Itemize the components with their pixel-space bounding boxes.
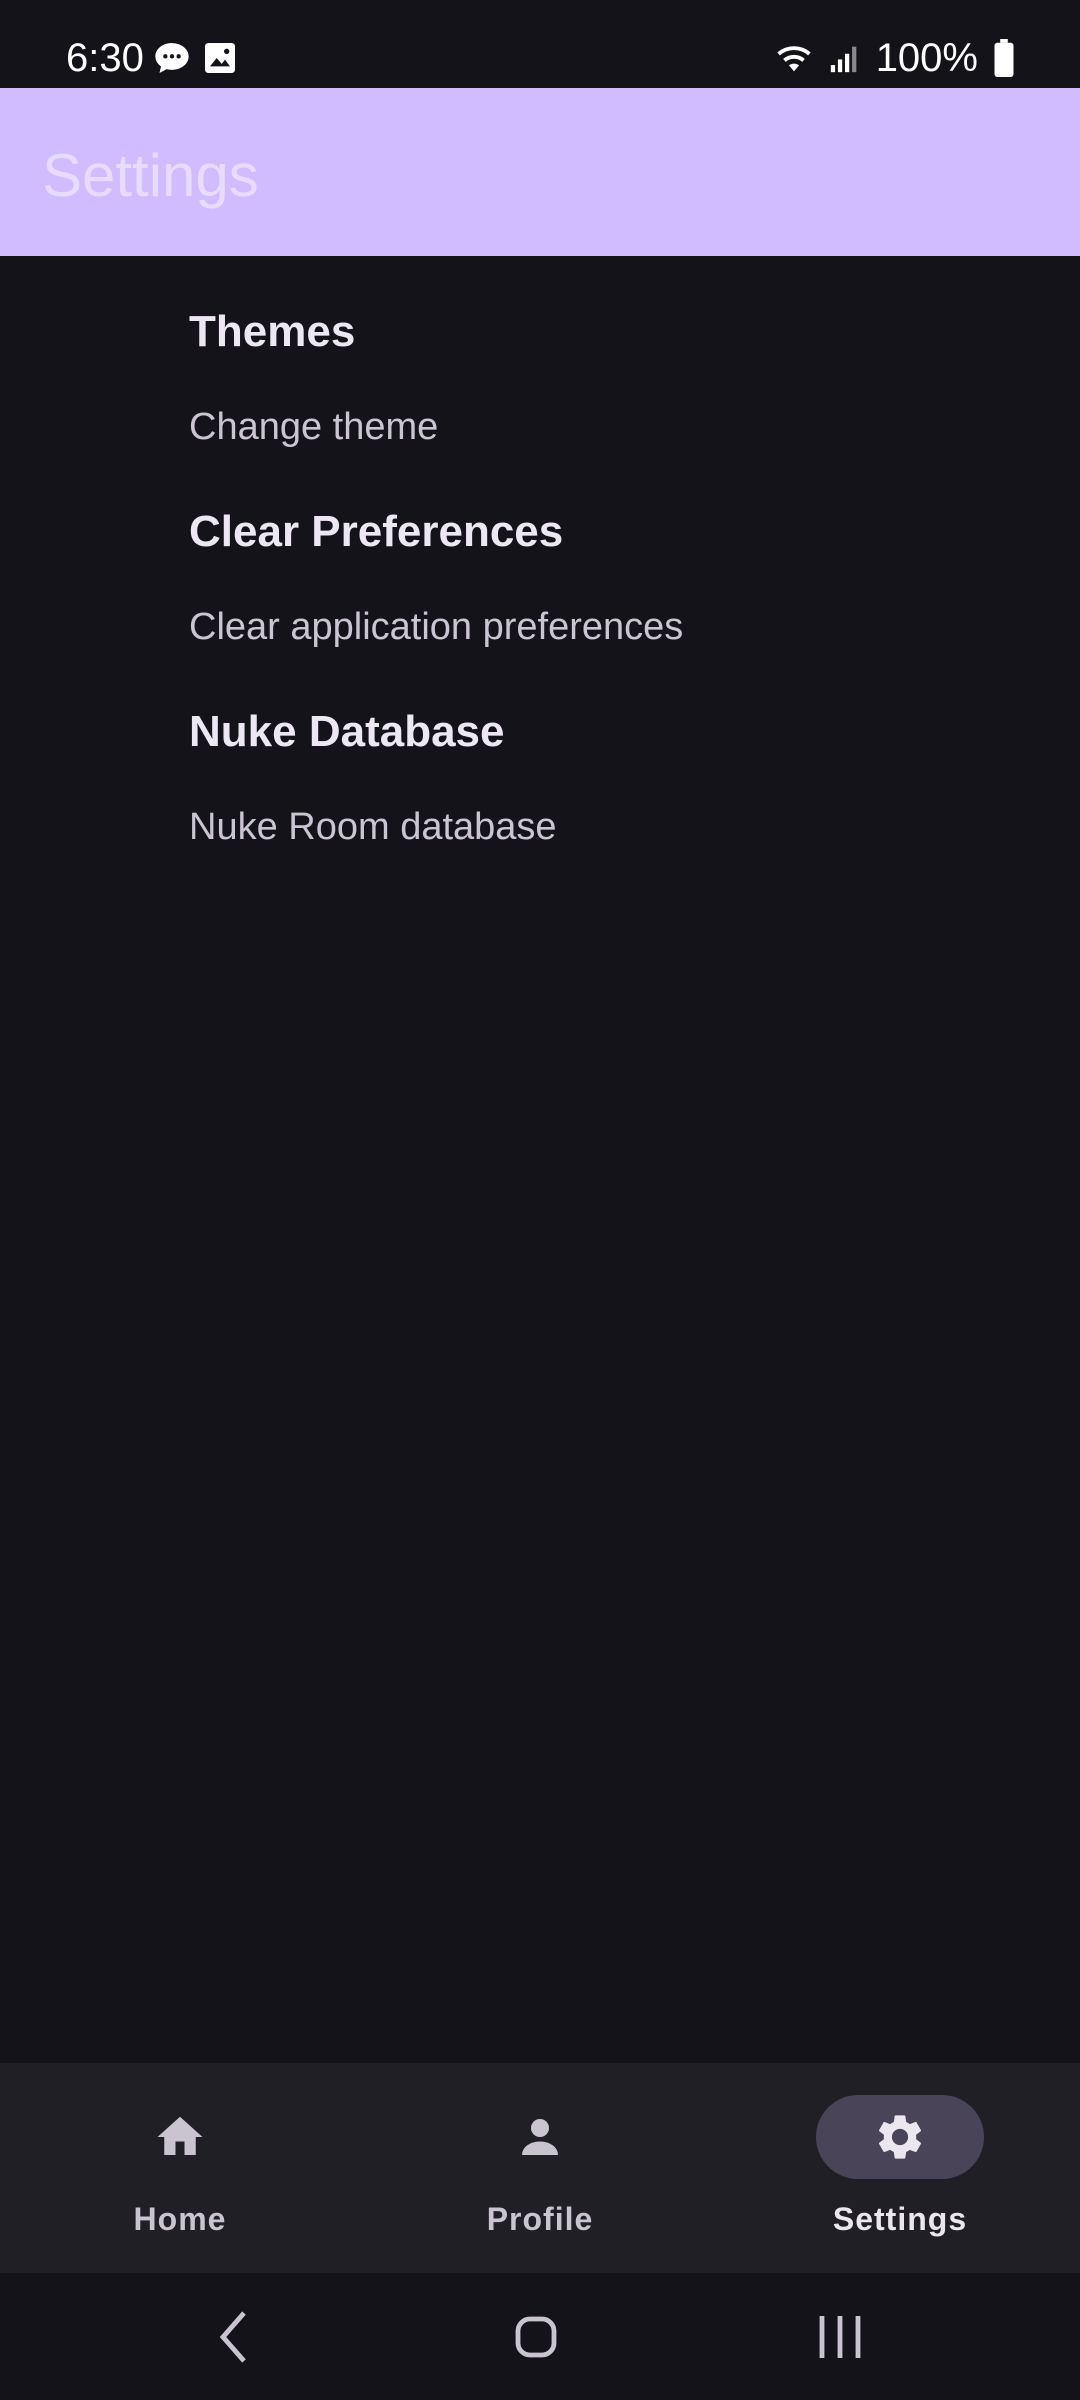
nav-item-settings[interactable]: Settings bbox=[720, 2063, 1080, 2273]
back-icon[interactable] bbox=[199, 2301, 271, 2373]
nav-item-profile[interactable]: Profile bbox=[360, 2063, 720, 2273]
nav-label-settings: Settings bbox=[832, 2201, 968, 2237]
battery-percent: 100% bbox=[875, 36, 978, 80]
nav-item-home[interactable]: Home bbox=[0, 2063, 360, 2273]
status-bar: 6:30 100% bbox=[0, 0, 1080, 88]
chat-bubble-icon bbox=[155, 43, 189, 73]
settings-item-nuke-database[interactable]: Nuke Database Nuke Room database bbox=[0, 696, 1080, 896]
top-app-bar: Settings bbox=[0, 88, 1080, 256]
settings-item-themes[interactable]: Themes Change theme bbox=[0, 296, 1080, 496]
page-title: Settings bbox=[42, 142, 259, 209]
settings-item-title: Nuke Database bbox=[189, 707, 505, 756]
recents-icon[interactable] bbox=[804, 2301, 876, 2373]
bottom-navigation: Home Profile Settings bbox=[0, 2063, 1080, 2273]
home-circle-icon[interactable] bbox=[500, 2301, 572, 2373]
image-icon bbox=[205, 43, 235, 73]
wifi-icon bbox=[777, 46, 811, 72]
battery-icon bbox=[994, 39, 1014, 77]
status-time: 6:30 bbox=[66, 36, 144, 80]
nav-label-home: Home bbox=[133, 2201, 227, 2237]
settings-item-subtitle: Clear application preferences bbox=[189, 606, 684, 648]
signal-icon bbox=[830, 46, 857, 73]
person-icon bbox=[522, 2119, 558, 2155]
system-navigation-bar bbox=[0, 2273, 1080, 2400]
status-right-cluster: 100% bbox=[774, 34, 1016, 82]
nav-label-profile: Profile bbox=[486, 2201, 594, 2237]
settings-item-title: Clear Preferences bbox=[189, 507, 564, 556]
home-icon bbox=[157, 2116, 203, 2155]
settings-item-title: Themes bbox=[189, 307, 356, 356]
gear-icon bbox=[878, 2115, 922, 2159]
settings-item-subtitle: Nuke Room database bbox=[189, 806, 557, 848]
settings-item-subtitle: Change theme bbox=[189, 406, 439, 448]
settings-item-clear-preferences[interactable]: Clear Preferences Clear application pref… bbox=[0, 496, 1080, 696]
